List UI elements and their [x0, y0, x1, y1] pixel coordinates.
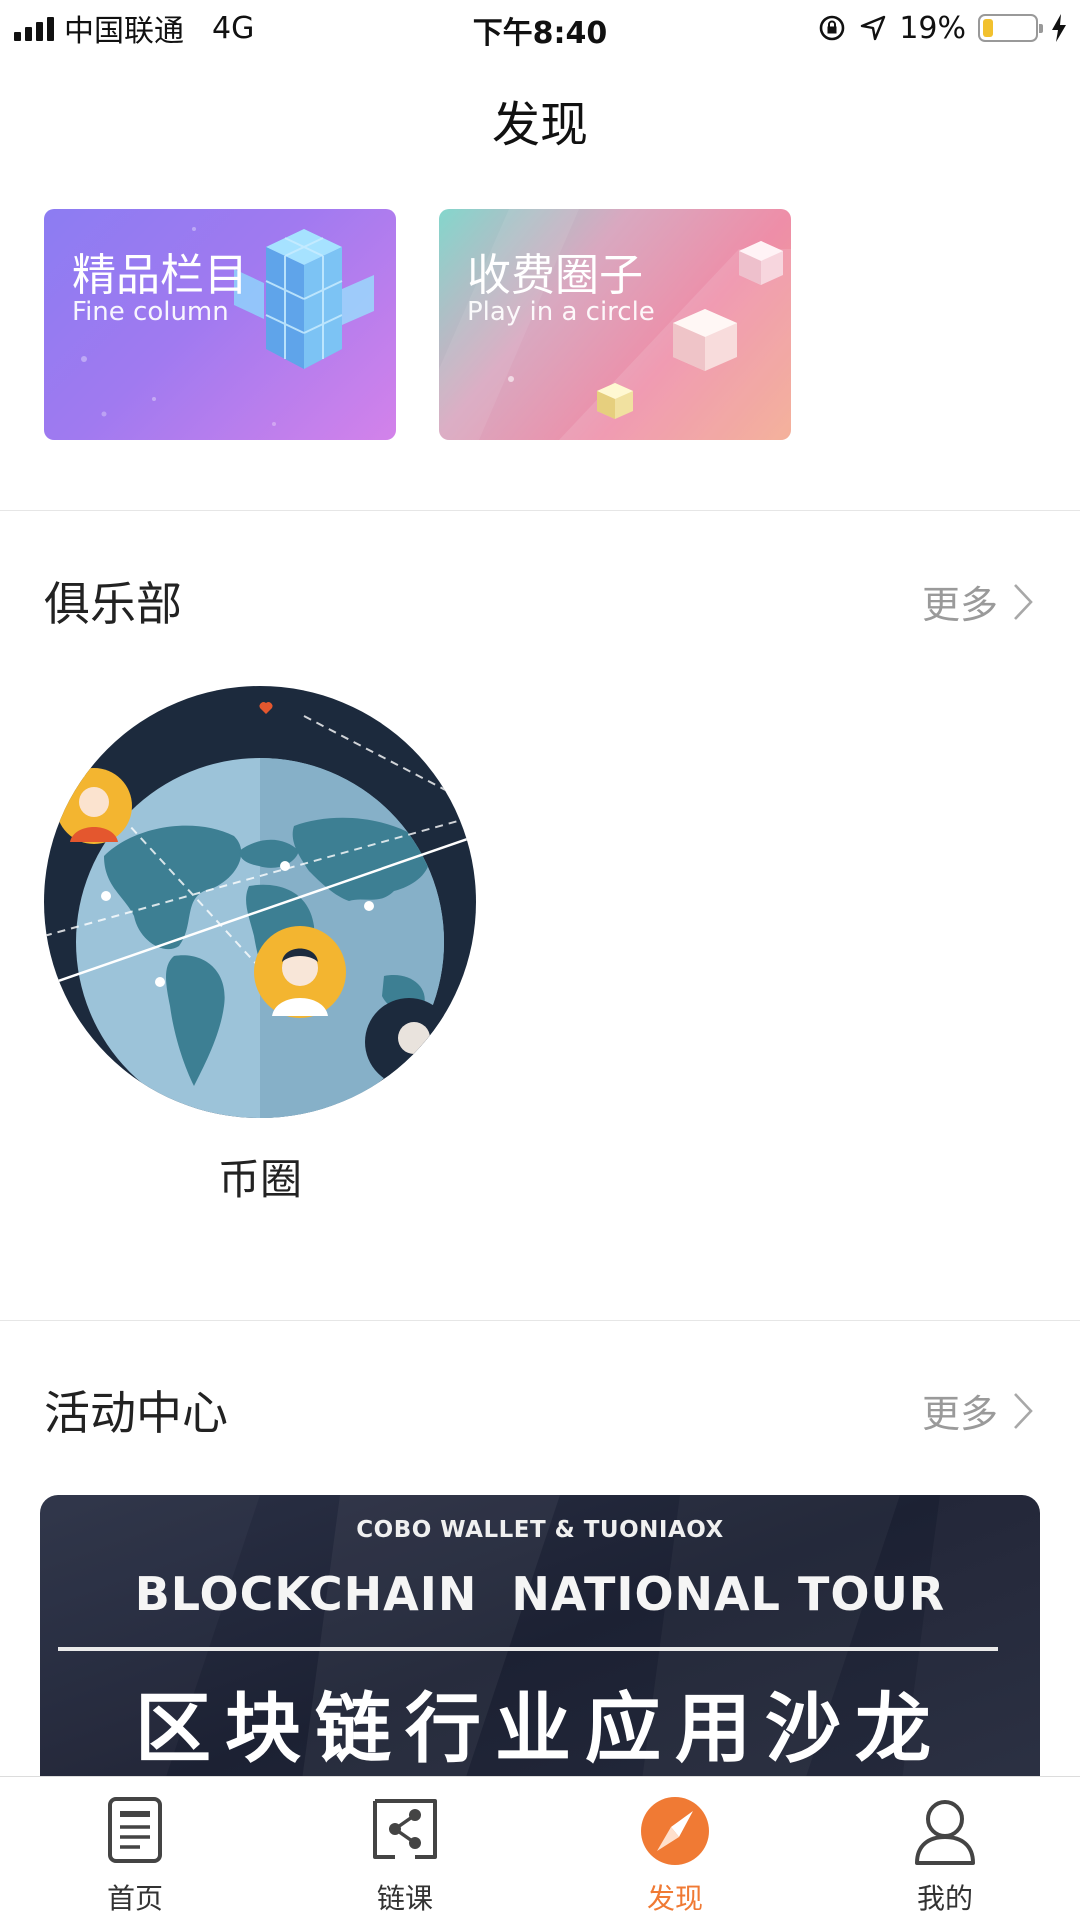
fine-column-title: 精品栏目 — [72, 250, 248, 301]
club-item-label: 币圈 — [217, 1155, 302, 1204]
more-label: 更多 — [921, 1392, 998, 1436]
share-icon — [373, 1799, 437, 1859]
club-item-bi-circle[interactable]: 币圈 — [44, 686, 476, 1206]
fine-column-subtitle: Fine column — [72, 297, 229, 327]
tab-label: 我的 — [916, 1882, 973, 1915]
fine-column-card[interactable]: 精品栏目 Fine column — [44, 209, 396, 440]
document-icon — [108, 1797, 162, 1863]
status-bar: 中国联通 4G 下午8:40 19% — [0, 0, 1080, 56]
discover-screen: 中国联通 4G 下午8:40 19% 发现 精品栏目 Fine column 收… — [0, 0, 1080, 1920]
location-icon — [861, 15, 886, 41]
activity-banner[interactable]: COBO WALLET & TUONIAOX BLOCKCHAIN NATION… — [40, 1495, 1040, 1795]
tab-label: 首页 — [106, 1882, 163, 1915]
paid-circle-title: 收费圈子 — [467, 250, 643, 301]
banner-rule — [58, 1647, 998, 1651]
banner-cn-line: 区块链行业应用沙龙 — [135, 1684, 945, 1773]
globe-network-icon — [44, 686, 476, 1118]
tab-discover[interactable]: 发现 — [540, 1777, 810, 1920]
rotation-lock-icon — [820, 15, 845, 41]
person-icon — [915, 1800, 975, 1865]
club-more-link[interactable]: 更多 — [922, 574, 1034, 629]
battery-icon — [978, 14, 1043, 42]
tab-mine[interactable]: 我的 — [810, 1777, 1080, 1920]
banner-top-line: COBO WALLET & TUONIAOX — [356, 1517, 724, 1543]
page-title: 发现 — [491, 97, 588, 153]
bottom-tab-bar: 首页 链课 发现 我的 — [0, 1776, 1080, 1920]
chevron-right-icon — [1014, 583, 1033, 620]
tab-chain-course[interactable]: 链课 — [270, 1777, 540, 1920]
activity-more-link[interactable]: 更多 — [922, 1383, 1034, 1438]
tab-label: 链课 — [376, 1882, 433, 1915]
charging-icon — [1052, 14, 1066, 42]
banner-main-line: BLOCKCHAIN NATIONAL TOUR — [134, 1567, 946, 1621]
battery-percent: 19% — [899, 10, 966, 46]
activity-section-title: 活动中心 — [44, 1386, 228, 1440]
section-divider — [0, 510, 1080, 511]
tab-label: 发现 — [646, 1882, 703, 1915]
chevron-right-icon — [1014, 1392, 1033, 1429]
paid-circle-card[interactable]: 收费圈子 Play in a circle — [439, 209, 791, 440]
battery-level — [983, 19, 993, 37]
section-divider — [0, 1320, 1080, 1321]
paid-circle-subtitle: Play in a circle — [467, 297, 655, 327]
compass-icon — [641, 1797, 709, 1865]
status-right: 19% — [817, 8, 1068, 48]
more-label: 更多 — [921, 583, 998, 627]
club-section-title: 俱乐部 — [44, 577, 182, 631]
tab-home[interactable]: 首页 — [0, 1777, 270, 1920]
